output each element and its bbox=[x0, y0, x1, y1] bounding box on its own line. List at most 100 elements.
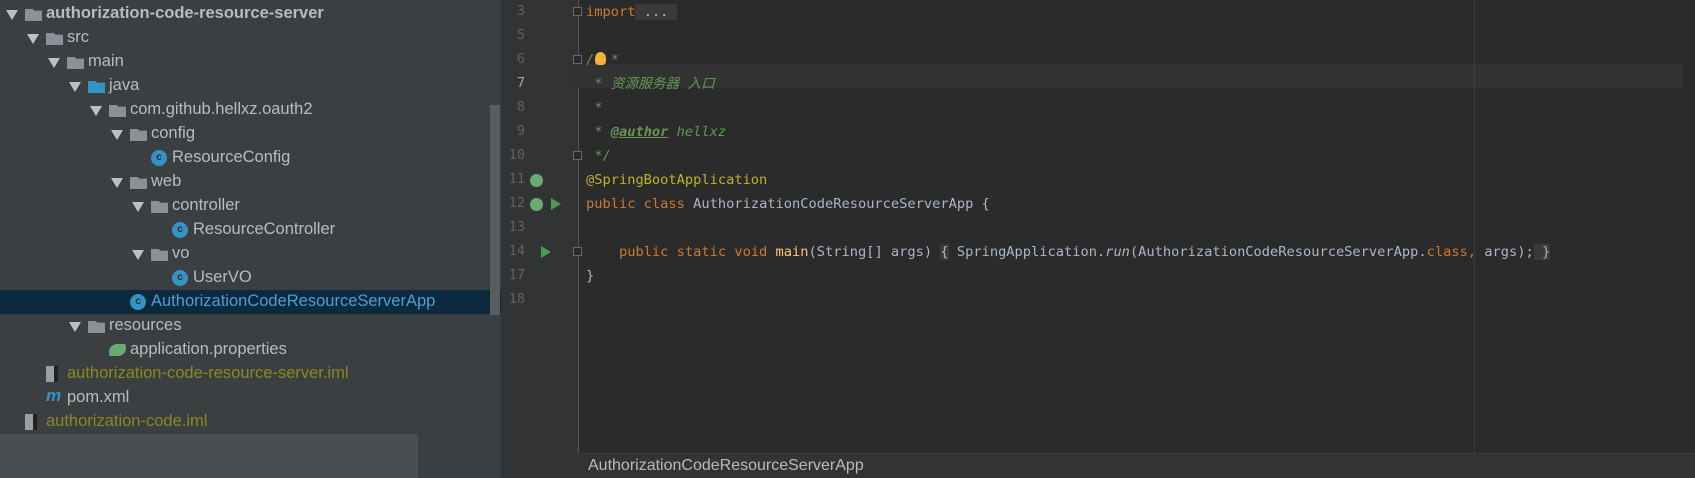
iml-file-icon bbox=[25, 414, 37, 430]
class-icon: c bbox=[172, 270, 188, 286]
code-token: ... bbox=[635, 4, 677, 20]
tree-item-label: src bbox=[67, 28, 89, 46]
resources-folder-icon bbox=[88, 321, 105, 333]
tree-item[interactable]: c ResourceConfig bbox=[0, 146, 501, 170]
package-icon bbox=[109, 105, 126, 117]
code-token: args); bbox=[1484, 244, 1534, 260]
spring-properties-icon bbox=[109, 344, 126, 356]
tree-item-label: ResourceController bbox=[193, 220, 336, 238]
code-line: * 资源服务器 入口 bbox=[586, 72, 715, 96]
spring-bean-icon[interactable] bbox=[530, 174, 543, 187]
tree-item[interactable]: application.properties bbox=[0, 338, 501, 362]
line-number: 12 bbox=[508, 195, 525, 211]
code-token: class, bbox=[1426, 244, 1485, 260]
code-line: */ bbox=[586, 144, 611, 168]
tree-item[interactable]: web bbox=[0, 170, 501, 194]
breadcrumb-bar: AuthorizationCodeResourceServerApp bbox=[501, 453, 1695, 478]
run-icon[interactable] bbox=[551, 198, 561, 210]
maven-icon: m bbox=[46, 386, 62, 405]
tree-item[interactable]: vo bbox=[0, 242, 501, 266]
expand-arrow-icon[interactable] bbox=[90, 106, 102, 116]
code-token: @author bbox=[610, 124, 669, 140]
package-icon bbox=[130, 177, 147, 189]
expand-arrow-icon[interactable] bbox=[69, 82, 81, 92]
intention-bulb-icon[interactable] bbox=[595, 52, 606, 65]
tree-item[interactable]: authorization-code-resource-server.iml bbox=[0, 362, 501, 386]
expand-arrow-icon[interactable] bbox=[69, 322, 81, 332]
code-token: SpringApplication. bbox=[948, 244, 1106, 260]
code-line: * bbox=[586, 96, 602, 120]
class-icon: c bbox=[172, 222, 188, 238]
tree-item[interactable]: controller bbox=[0, 194, 501, 218]
folder-icon bbox=[46, 33, 63, 45]
expand-arrow-icon[interactable] bbox=[132, 202, 144, 212]
code-line: @SpringBootApplication bbox=[586, 168, 767, 192]
tree-item[interactable]: c UserVO bbox=[0, 266, 501, 290]
line-number: 17 bbox=[508, 267, 525, 283]
partial-tree-row[interactable] bbox=[0, 434, 418, 478]
code-token: public static void bbox=[618, 244, 776, 260]
expand-arrow-icon[interactable] bbox=[111, 178, 123, 188]
code-line: * @author hellxz bbox=[586, 120, 726, 144]
class-icon: c bbox=[151, 150, 167, 166]
tree-item[interactable]: java bbox=[0, 74, 501, 98]
project-tree-panel: authorization-code-resource-server src mai… bbox=[0, 0, 501, 478]
tree-item[interactable]: authorization-code-resource-server bbox=[0, 2, 501, 26]
breadcrumb-item[interactable]: AuthorizationCodeResourceServerApp bbox=[588, 457, 864, 475]
folder-icon bbox=[67, 57, 84, 69]
tree-item[interactable]: c ResourceController bbox=[0, 218, 501, 242]
line-number: 5 bbox=[516, 27, 525, 43]
tree-item[interactable]: resources bbox=[0, 314, 501, 338]
tree-item-label: com.github.hellxz.oauth2 bbox=[130, 100, 313, 118]
tree-item-label: ResourceConfig bbox=[172, 148, 291, 166]
expand-arrow-icon[interactable] bbox=[111, 130, 123, 140]
tree-item-label: config bbox=[151, 124, 196, 142]
code-token: (String[] args) bbox=[808, 244, 941, 260]
package-icon bbox=[151, 201, 168, 213]
tree-item-label: UserVO bbox=[193, 268, 252, 286]
tree-item[interactable]: m pom.xml bbox=[0, 386, 501, 410]
code-token: * 资源服务器 入口 bbox=[586, 76, 715, 92]
tree-item-label: vo bbox=[172, 244, 190, 262]
run-icon[interactable] bbox=[541, 246, 551, 258]
right-margin-guide bbox=[1474, 0, 1475, 453]
tree-item[interactable]: authorization-code.iml bbox=[0, 410, 501, 434]
line-number: 11 bbox=[508, 171, 525, 187]
tree-scrollbar[interactable] bbox=[490, 105, 500, 315]
tree-item-label: pom.xml bbox=[67, 388, 130, 406]
tree-item-label: resources bbox=[109, 316, 182, 334]
tree-item[interactable]: src bbox=[0, 26, 501, 50]
package-icon bbox=[151, 249, 168, 261]
code-token: * bbox=[586, 100, 603, 116]
source-folder-icon bbox=[88, 81, 105, 93]
tree-item-label: web bbox=[151, 172, 182, 190]
code-line: } bbox=[586, 264, 594, 288]
line-number: 7 bbox=[516, 75, 525, 91]
code-token: public class bbox=[586, 196, 694, 212]
tree-item-label: java bbox=[109, 76, 140, 94]
code-token: (AuthorizationCodeResourceServerApp. bbox=[1129, 244, 1427, 260]
tree-item-label: application.properties bbox=[130, 340, 287, 358]
expand-arrow-icon[interactable] bbox=[6, 10, 18, 20]
code-token: * bbox=[586, 124, 611, 140]
tree-item[interactable]: config bbox=[0, 122, 501, 146]
line-number: 8 bbox=[516, 99, 525, 115]
code-token: { bbox=[940, 244, 949, 260]
tree-item[interactable]: com.github.hellxz.oauth2 bbox=[0, 98, 501, 122]
expand-arrow-icon[interactable] bbox=[132, 250, 144, 260]
code-line: / * bbox=[586, 48, 619, 72]
spring-bean-icon[interactable] bbox=[530, 198, 543, 211]
spring-boot-class-icon: c bbox=[130, 294, 146, 310]
expand-arrow-icon[interactable] bbox=[48, 58, 60, 68]
tree-item[interactable]: main bbox=[0, 50, 501, 74]
tree-item[interactable]: c AuthorizationCodeResourceServerApp bbox=[0, 290, 501, 314]
tree-item-label: main bbox=[88, 52, 124, 70]
tree-item-label: authorization-code-resource-server.iml bbox=[67, 364, 349, 382]
code-editor[interactable]: import ... / * * 资源服务器 入口 * * @author he… bbox=[568, 0, 1695, 453]
module-folder-icon bbox=[25, 9, 42, 21]
line-number: 3 bbox=[516, 3, 525, 19]
expand-arrow-icon[interactable] bbox=[27, 34, 39, 44]
code-token: hellxz bbox=[668, 124, 727, 140]
current-line-highlight bbox=[568, 64, 1683, 88]
code-line: import ... bbox=[586, 0, 677, 24]
